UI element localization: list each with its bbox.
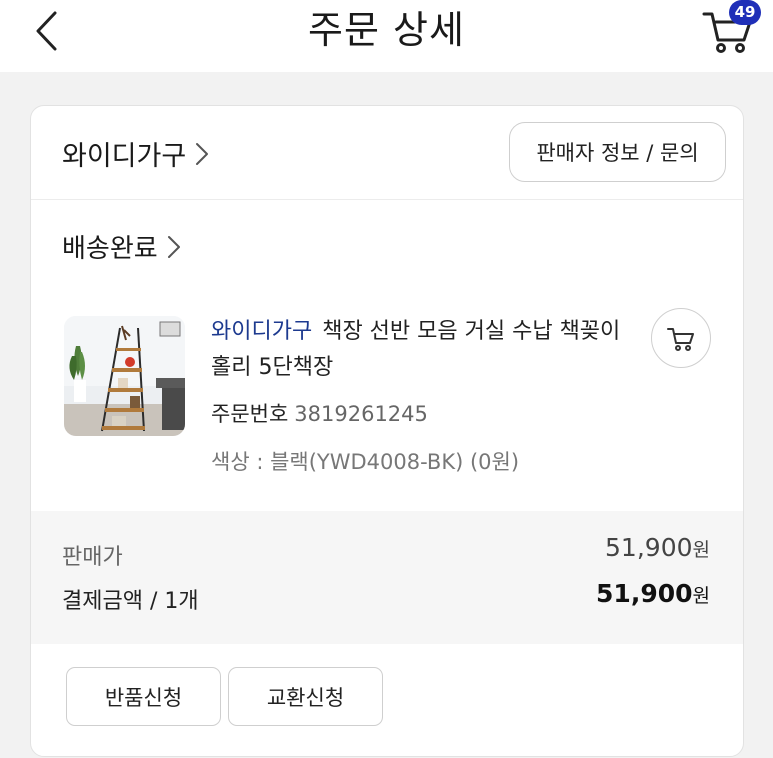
delivery-status-link[interactable]: 배송완료 [62,228,182,265]
cart-icon [667,328,694,351]
product-image[interactable] [64,316,185,436]
delivery-status: 배송완료 [62,234,158,264]
chevron-right-icon [167,235,180,258]
product-brand: 와이디가구 [211,319,313,344]
price-summary: 판매가 51,900원 결제금액 / 1개 51,900원 [31,511,743,644]
sale-price: 51,900원 [605,533,710,562]
seller-info-button[interactable]: 판매자 정보 / 문의 [509,122,726,182]
sale-price-label: 판매가 [62,545,123,570]
chevron-right-icon [196,142,209,165]
bookshelf-image [64,316,185,436]
exchange-request-button[interactable]: 교환신청 [228,667,383,726]
payment-amount: 51,900원 [596,579,710,608]
add-to-cart-button[interactable] [651,308,711,368]
seller-link[interactable]: 와이디가구 [62,134,210,173]
top-bar: 주문 상세 49 [0,0,773,72]
return-request-button[interactable]: 반품신청 [66,667,221,726]
order-number-label: 주문번호 [211,402,289,426]
product-option: 색상 : 블랙(YWD4008-BK) (0원) [211,450,520,474]
cart-count-badge: 49 [729,0,761,25]
order-card: 와이디가구 판매자 정보 / 문의 배송완료 와이디가구 책장 선반 모음 거실… [30,105,744,757]
product-title: 와이디가구 책장 선반 모음 거실 수납 책꽂이 홀리 5단책장 [211,314,631,386]
seller-name: 와이디가구 [62,141,187,172]
order-number-row: 주문번호 3819261245 [211,398,631,428]
product-info[interactable]: 와이디가구 책장 선반 모음 거실 수납 책꽂이 홀리 5단책장 주문번호 3819… [211,314,631,476]
payment-amount-label: 결제금액 / 1개 [62,589,199,614]
page-title: 주문 상세 [308,8,465,52]
seller-row: 와이디가구 판매자 정보 / 문의 [31,106,743,200]
order-number: 3819261245 [294,402,428,426]
